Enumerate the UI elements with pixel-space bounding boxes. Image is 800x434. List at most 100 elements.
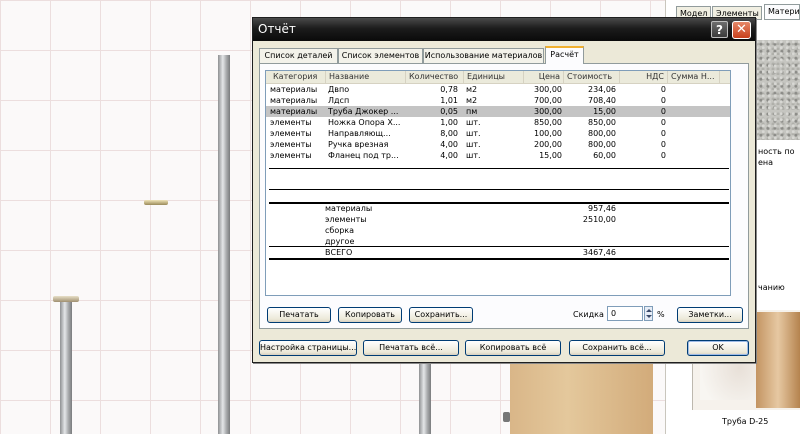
cell-category: материалы <box>270 85 318 94</box>
cell-price: 700,00 <box>534 96 562 105</box>
cell-price: 300,00 <box>534 85 562 94</box>
discount-label: Скидка <box>573 310 604 319</box>
page-setup-button[interactable]: Настройка страницы... <box>259 340 357 356</box>
cell-cost: 60,00 <box>593 151 616 160</box>
cell-name: Двпо <box>328 85 350 94</box>
cell-name: Ножка Опора Х... <box>328 118 401 127</box>
ok-button[interactable]: OK <box>687 340 749 356</box>
summary-elements-label: элементы <box>325 215 367 224</box>
copy-all-button[interactable]: Копировать всё <box>465 340 561 356</box>
thumbnail-caption: Труба D-25 <box>722 417 769 426</box>
cell-category: материалы <box>270 107 318 116</box>
save-button[interactable]: Сохранить... <box>409 307 473 323</box>
table-row[interactable]: элементы Ручка врезная 4,00 шт. 200,00 800,00… <box>266 139 730 150</box>
cell-quantity: 0,05 <box>440 107 458 116</box>
cell-quantity: 1,00 <box>440 118 458 127</box>
summary-materials-label: материалы <box>325 204 373 213</box>
tab-elements-list[interactable]: Список элементов <box>338 48 423 63</box>
cell-quantity: 8,00 <box>440 129 458 138</box>
cell-name: Труба Джокер ... <box>328 107 399 116</box>
notes-button[interactable]: Заметки... <box>677 307 743 323</box>
dialog-title: Отчёт <box>258 22 296 36</box>
cell-vat: 0 <box>660 118 666 127</box>
cell-units: пм <box>466 107 478 116</box>
scene-pole-middle <box>218 55 230 434</box>
total-label: ВСЕГО <box>325 248 353 257</box>
side-tab-materials[interactable]: Матери <box>764 4 800 20</box>
discount-input[interactable]: 0 <box>607 306 643 321</box>
cell-units: шт. <box>466 118 481 127</box>
column-vat-sum[interactable]: Сумма Н... <box>668 71 720 83</box>
column-price[interactable]: Цена <box>524 71 564 83</box>
scene-pole-left <box>60 300 72 434</box>
table-row[interactable]: элементы Ножка Опора Х... 1,00 шт. 850,00 850… <box>266 117 730 128</box>
tab-material-usage[interactable]: Использование материалов <box>423 48 544 63</box>
material-stone-swatch[interactable] <box>756 40 800 140</box>
table-row[interactable]: материалы Двпо 0,78 м2 300,00 234,06 0 <box>266 84 730 95</box>
column-units[interactable]: Единицы <box>464 71 524 83</box>
cell-name: Лдсп <box>328 96 350 105</box>
cell-vat: 0 <box>660 96 666 105</box>
summary-assembly-label: сборка <box>325 226 355 235</box>
cell-quantity: 4,00 <box>440 151 458 160</box>
cell-vat: 0 <box>660 151 666 160</box>
column-vat[interactable]: НДС <box>620 71 668 83</box>
print-all-button[interactable]: Печатать всё... <box>363 340 459 356</box>
table-row[interactable]: элементы Направляющ... 8,00 шт. 100,00 800,00… <box>266 128 730 139</box>
cell-cost: 800,00 <box>588 129 616 138</box>
cell-units: шт. <box>466 140 481 149</box>
cell-units: шт. <box>466 129 481 138</box>
help-button[interactable]: ? <box>711 21 728 38</box>
scene-pole-left-cap <box>53 296 79 302</box>
close-button[interactable]: ✕ <box>732 21 751 39</box>
cell-price: 850,00 <box>534 118 562 127</box>
cell-name: Направляющ... <box>328 129 391 138</box>
summary-materials-value: 957,46 <box>588 204 616 213</box>
spin-down-icon[interactable] <box>646 315 652 318</box>
material-thumbnail-wood <box>756 312 800 408</box>
cell-name: Фланец под тр... <box>328 151 399 160</box>
side-text-by: ность по <box>758 147 795 156</box>
cell-quantity: 0,78 <box>440 85 458 94</box>
scene-wood-knob <box>503 412 510 422</box>
cell-price: 15,00 <box>539 151 562 160</box>
cell-category: материалы <box>270 96 318 105</box>
save-all-button[interactable]: Сохранить всё... <box>569 340 665 356</box>
calculation-report[interactable]: Категория Название Количество Единицы Це… <box>265 70 731 296</box>
cell-units: м2 <box>466 85 478 94</box>
tab-calculation[interactable]: Расчёт <box>545 46 584 64</box>
cell-vat: 0 <box>660 129 666 138</box>
column-name[interactable]: Название <box>326 71 406 83</box>
tab-parts-list[interactable]: Список деталей <box>259 48 338 63</box>
cell-category: элементы <box>270 118 312 127</box>
cell-units: шт. <box>466 151 481 160</box>
cell-units: м2 <box>466 96 478 105</box>
spin-up-icon[interactable] <box>646 309 652 312</box>
cell-vat: 0 <box>660 85 666 94</box>
table-row[interactable]: материалы Лдсп 1,01 м2 700,00 708,40 0 <box>266 95 730 106</box>
cell-category: элементы <box>270 151 312 160</box>
table-row[interactable]: элементы Фланец под тр... 4,00 шт. 15,00 60,0… <box>266 150 730 161</box>
cell-cost: 234,06 <box>588 85 616 94</box>
scene-handle <box>144 200 168 205</box>
cell-price: 200,00 <box>534 140 562 149</box>
side-text-price: ена <box>758 158 774 167</box>
column-cost[interactable]: Стоимость <box>564 71 620 83</box>
copy-button[interactable]: Копировать <box>338 307 402 323</box>
discount-spinner[interactable] <box>644 306 653 321</box>
scene-wood-panel <box>510 358 653 434</box>
dialog-titlebar[interactable]: Отчёт ? ✕ <box>253 18 755 41</box>
cell-price: 300,00 <box>534 107 562 116</box>
cell-price: 100,00 <box>534 129 562 138</box>
table-row[interactable]: материалы Труба Джокер ... 0,05 пм 300,00 15,… <box>266 106 730 117</box>
side-text-default: чанию <box>758 283 785 292</box>
scene-pole-right <box>419 360 431 434</box>
summary-elements-value: 2510,00 <box>582 215 616 224</box>
report-dialog: Отчёт ? ✕ Список деталей Список элементо… <box>252 17 756 363</box>
cell-cost: 800,00 <box>588 140 616 149</box>
print-button[interactable]: Печатать <box>267 307 331 323</box>
summary-other-label: другое <box>325 237 355 246</box>
column-category[interactable]: Категория <box>270 71 326 83</box>
divider-1 <box>269 168 729 169</box>
column-quantity[interactable]: Количество <box>406 71 464 83</box>
